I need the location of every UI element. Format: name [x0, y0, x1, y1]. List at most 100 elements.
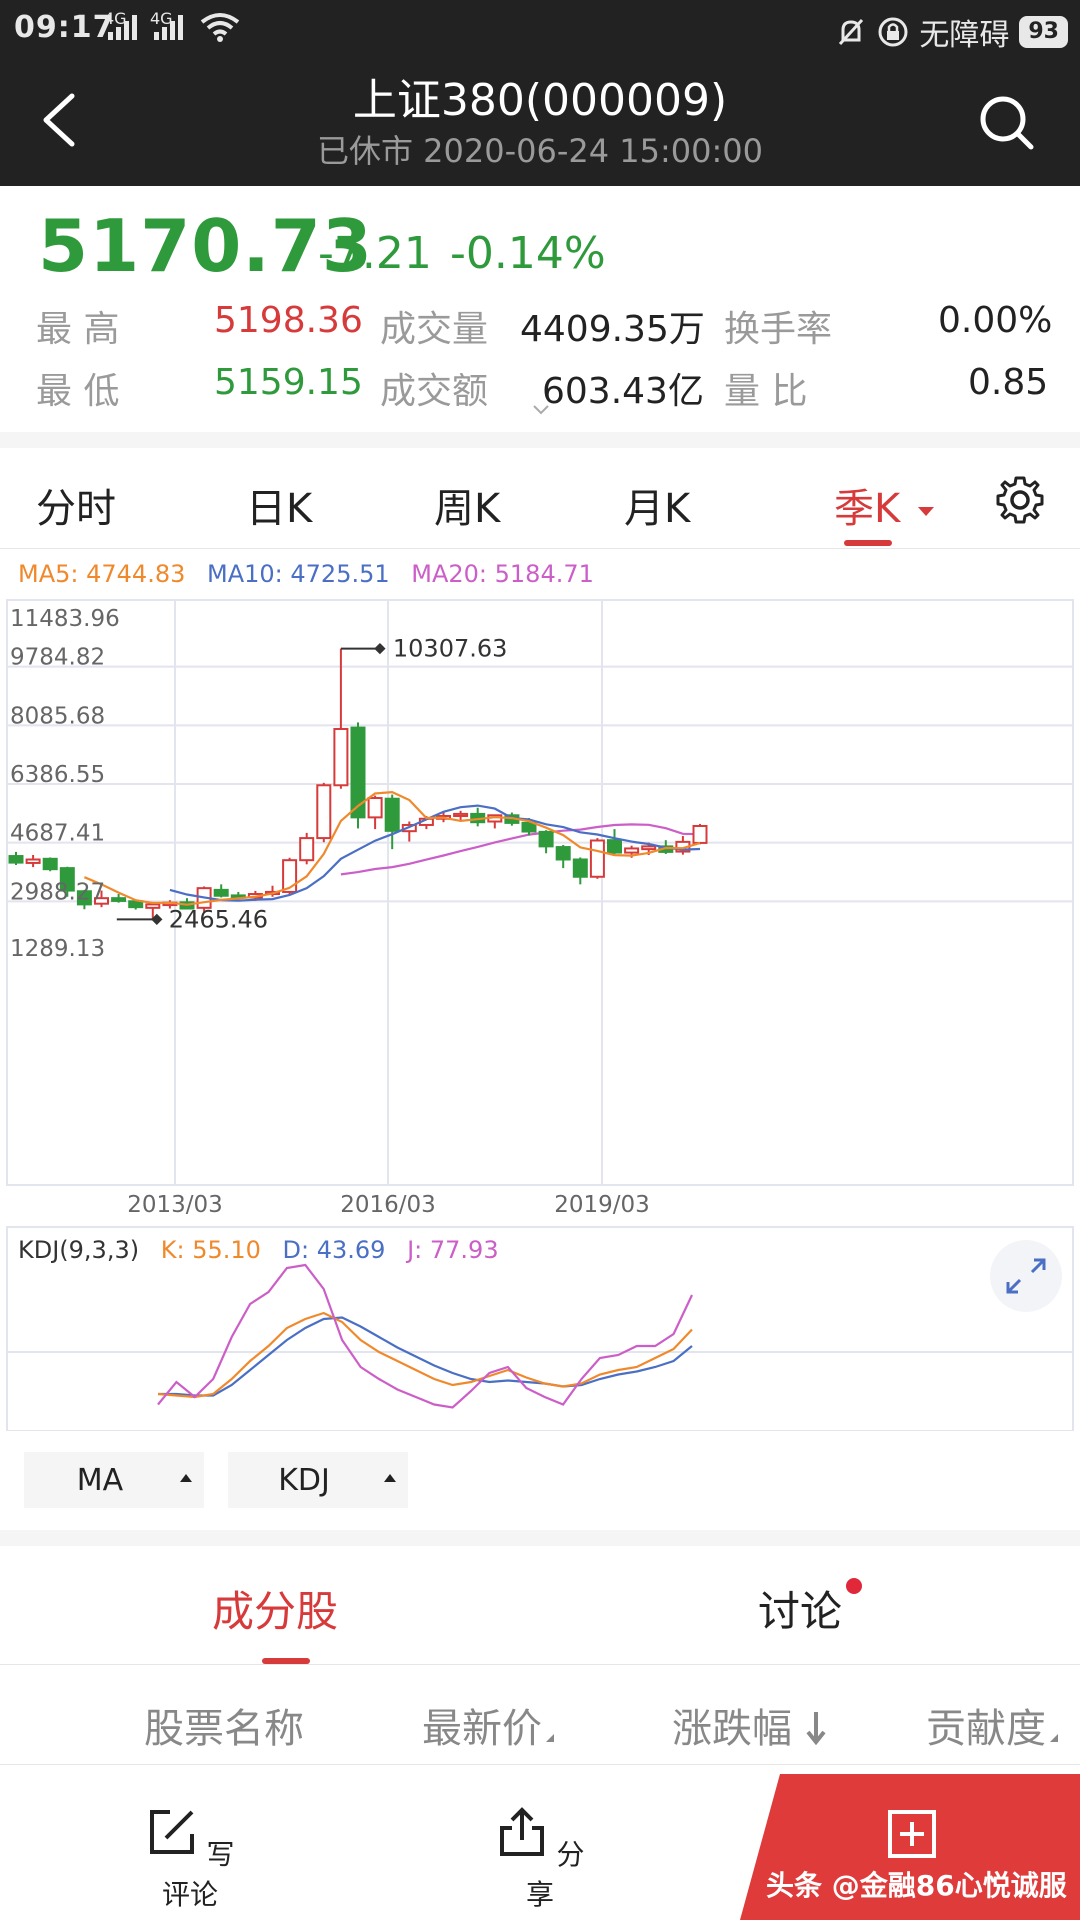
y-tick-label: 2988.27 [10, 879, 105, 905]
header-bar: 09:17 4G 4G 无障碍 93 上证380(000009) 已休市 202… [0, 0, 1080, 186]
notification-dot [846, 1578, 862, 1594]
min-value-label: 2465.46 [169, 905, 268, 933]
accessibility-label: 无障碍 [919, 18, 1010, 53]
y-tick-label: 9784.82 [10, 645, 105, 671]
kdj-legend: KDJ(9,3,3) K: 55.10 D: 43.69 J: 77.93 [18, 1236, 513, 1264]
max-marker-dot [374, 642, 386, 655]
sort-down-arrow-icon [806, 1712, 826, 1746]
kdj-j-path [157, 1263, 693, 1409]
battery-indicator: 93 [1019, 16, 1068, 48]
tab-divider [0, 548, 1080, 549]
ma-indicator-button[interactable]: MA [24, 1452, 204, 1508]
col-contribution[interactable]: 贡献度 [926, 1696, 1058, 1754]
candle-body [521, 821, 537, 833]
chart-grid [7, 600, 1073, 1185]
watermark-text: 头条 @金融86心悦诚服 [766, 1869, 1067, 1902]
low-label: 最 低 [36, 371, 120, 412]
candle-body [453, 812, 469, 817]
candle-body [25, 858, 41, 864]
turnover-label: 换手率 [724, 309, 833, 350]
fullscreen-button[interactable] [990, 1240, 1062, 1312]
candle-body [333, 727, 349, 787]
candle-body [589, 839, 605, 878]
volume-label: 成交量 [380, 309, 489, 350]
triangle-up-icon [180, 1474, 192, 1482]
volume-ratio-value: 0.85 [968, 362, 1049, 403]
kdj-j-legend: J: 77.93 [407, 1236, 499, 1264]
expand-icon [1006, 1258, 1046, 1294]
tab-weekly-k[interactable]: 周K [434, 476, 500, 534]
high-label: 最 高 [36, 309, 120, 350]
active-tab-indicator [844, 540, 892, 546]
tab-quarterly-k-label: 季K [834, 486, 901, 532]
candle-body [316, 784, 332, 840]
sort-icon [546, 1734, 554, 1742]
kdj-legend-name: KDJ(9,3,3) [18, 1236, 140, 1264]
volume-value: 4409.35万 [520, 309, 705, 350]
col-change-pct[interactable]: 涨跌幅 [672, 1696, 827, 1754]
turnover-value: 0.00% [938, 300, 1053, 341]
price-change-percent: -0.14% [450, 228, 606, 279]
section-divider [0, 432, 1080, 448]
candle-body [555, 846, 571, 861]
price-change: -7.21 [318, 228, 432, 279]
y-tick-label: 1289.13 [10, 936, 105, 962]
tab-discussion[interactable]: 讨论 [758, 1578, 842, 1639]
candle-body [128, 900, 144, 909]
y-tick-label: 6386.55 [10, 762, 105, 788]
status-time: 09:17 [14, 10, 115, 45]
status-bar: 09:17 4G 4G 无障碍 93 [0, 0, 1080, 54]
chart-frame [6, 599, 1074, 1186]
dropdown-triangle-icon [917, 507, 934, 516]
candlestick-chart[interactable]: 11483.96 9784.82 8085.68 6386.55 4687.41 2988… [0, 595, 1080, 1225]
market-status: 已休市 2020-06-24 15:00:00 [316, 132, 764, 170]
lock-icon [878, 17, 908, 47]
candle-body [607, 839, 622, 854]
x-tick-label: 2019/03 [554, 1192, 650, 1218]
chevron-down-icon[interactable] [532, 404, 550, 416]
write-comment-button[interactable]: 写评论 [140, 1806, 240, 1913]
divider [0, 1764, 1080, 1765]
candle-body [8, 855, 24, 864]
signal-icon-2 [154, 14, 184, 40]
tab-daily-k[interactable]: 日K [246, 476, 312, 534]
max-value-label: 10307.63 [393, 635, 508, 663]
candle-body [624, 847, 640, 854]
volume-ratio-label: 量 比 [724, 371, 808, 412]
ma-legend: MA5: 4744.83 MA10: 4725.51 MA20: 5184.71 [18, 560, 608, 588]
edit-icon [149, 1810, 194, 1854]
tab-intraday[interactable]: 分时 [36, 476, 116, 534]
ma5-legend: MA5: 4744.83 [18, 560, 186, 588]
mute-bell-icon [839, 18, 864, 46]
share-icon [499, 1807, 544, 1856]
tab-quarterly-k[interactable]: 季K [834, 476, 935, 534]
x-tick-label: 2013/03 [127, 1192, 223, 1218]
kdj-indicator-button[interactable]: KDJ [228, 1452, 408, 1508]
gear-icon[interactable] [994, 474, 1046, 526]
candle-body [145, 903, 161, 909]
col-contribution-label: 贡献度 [926, 1706, 1046, 1752]
candle-body [42, 857, 58, 871]
y-tick-label: 11483.96 [10, 606, 120, 632]
col-latest-price[interactable]: 最新价 [422, 1696, 554, 1754]
page-title: 上证380(000009) [352, 75, 728, 126]
candle-body [641, 845, 657, 851]
triangle-up-icon [384, 1474, 396, 1482]
candle-body [367, 797, 383, 819]
candle-body [384, 797, 400, 832]
section-divider [0, 1530, 1080, 1546]
ma-indicator-label: MA [76, 1462, 124, 1498]
tab-components[interactable]: 成分股 [212, 1578, 338, 1639]
col-stock-name[interactable]: 股票名称 [144, 1696, 304, 1754]
search-icon[interactable] [976, 92, 1036, 152]
kdj-k-legend: K: 55.10 [160, 1236, 261, 1264]
tab-monthly-k[interactable]: 月K [624, 476, 690, 534]
candle-body [299, 837, 315, 862]
amount-value: 603.43亿 [542, 371, 704, 412]
low-value: 5159.15 [214, 362, 363, 403]
high-value: 5198.36 [214, 300, 363, 341]
candle-body [538, 830, 554, 848]
signal-icon-1 [108, 14, 138, 40]
divider [0, 1664, 1080, 1665]
share-button[interactable]: 分享 [490, 1806, 590, 1913]
